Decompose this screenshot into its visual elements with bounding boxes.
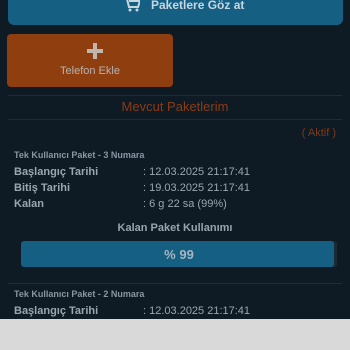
plus-icon [87,43,103,59]
remaining-label: Kalan [14,198,44,210]
status-badge: ( Aktif ) [301,127,336,139]
end-date-label: Bitiş Tarihi [14,182,71,194]
usage-title: Kalan Paket Kullanımı [117,222,233,234]
start-date-value: : 12.03.2025 21:17:41 [143,305,251,317]
section-title: Mevcut Paketlerim [121,99,229,114]
package-name: Tek Kullanıcı Paket - 2 Numara [14,289,145,299]
remaining-value: : 6 g 22 sa (99%) [143,198,227,210]
start-date-label: Başlangıç Tarihi [14,166,99,178]
browse-packages-button[interactable]: Paketlere Göz at [8,0,343,25]
start-date-value: : 12.03.2025 21:17:41 [143,166,251,178]
package-name: Tek Kullanıcı Paket - 3 Numara [14,150,145,160]
usage-progress-bar: % 99 [21,241,337,267]
bottom-bar [0,319,350,350]
end-date-value: : 19.03.2025 21:17:41 [143,182,251,194]
add-phone-label: Telefon Ekle [60,65,120,77]
screen: Paketlere Göz at Telefon Ekle Mevcut Pak… [0,0,350,350]
divider [8,119,342,120]
app-view: Paketlere Göz at Telefon Ekle Mevcut Pak… [0,0,350,319]
usage-progress-text: % 99 [164,246,194,262]
start-date-label: Başlangıç Tarihi [14,305,99,317]
cart-icon [124,0,140,12]
divider [8,283,342,284]
add-phone-button[interactable]: Telefon Ekle [7,34,173,87]
browse-packages-label: Paketlere Göz at [151,0,245,12]
